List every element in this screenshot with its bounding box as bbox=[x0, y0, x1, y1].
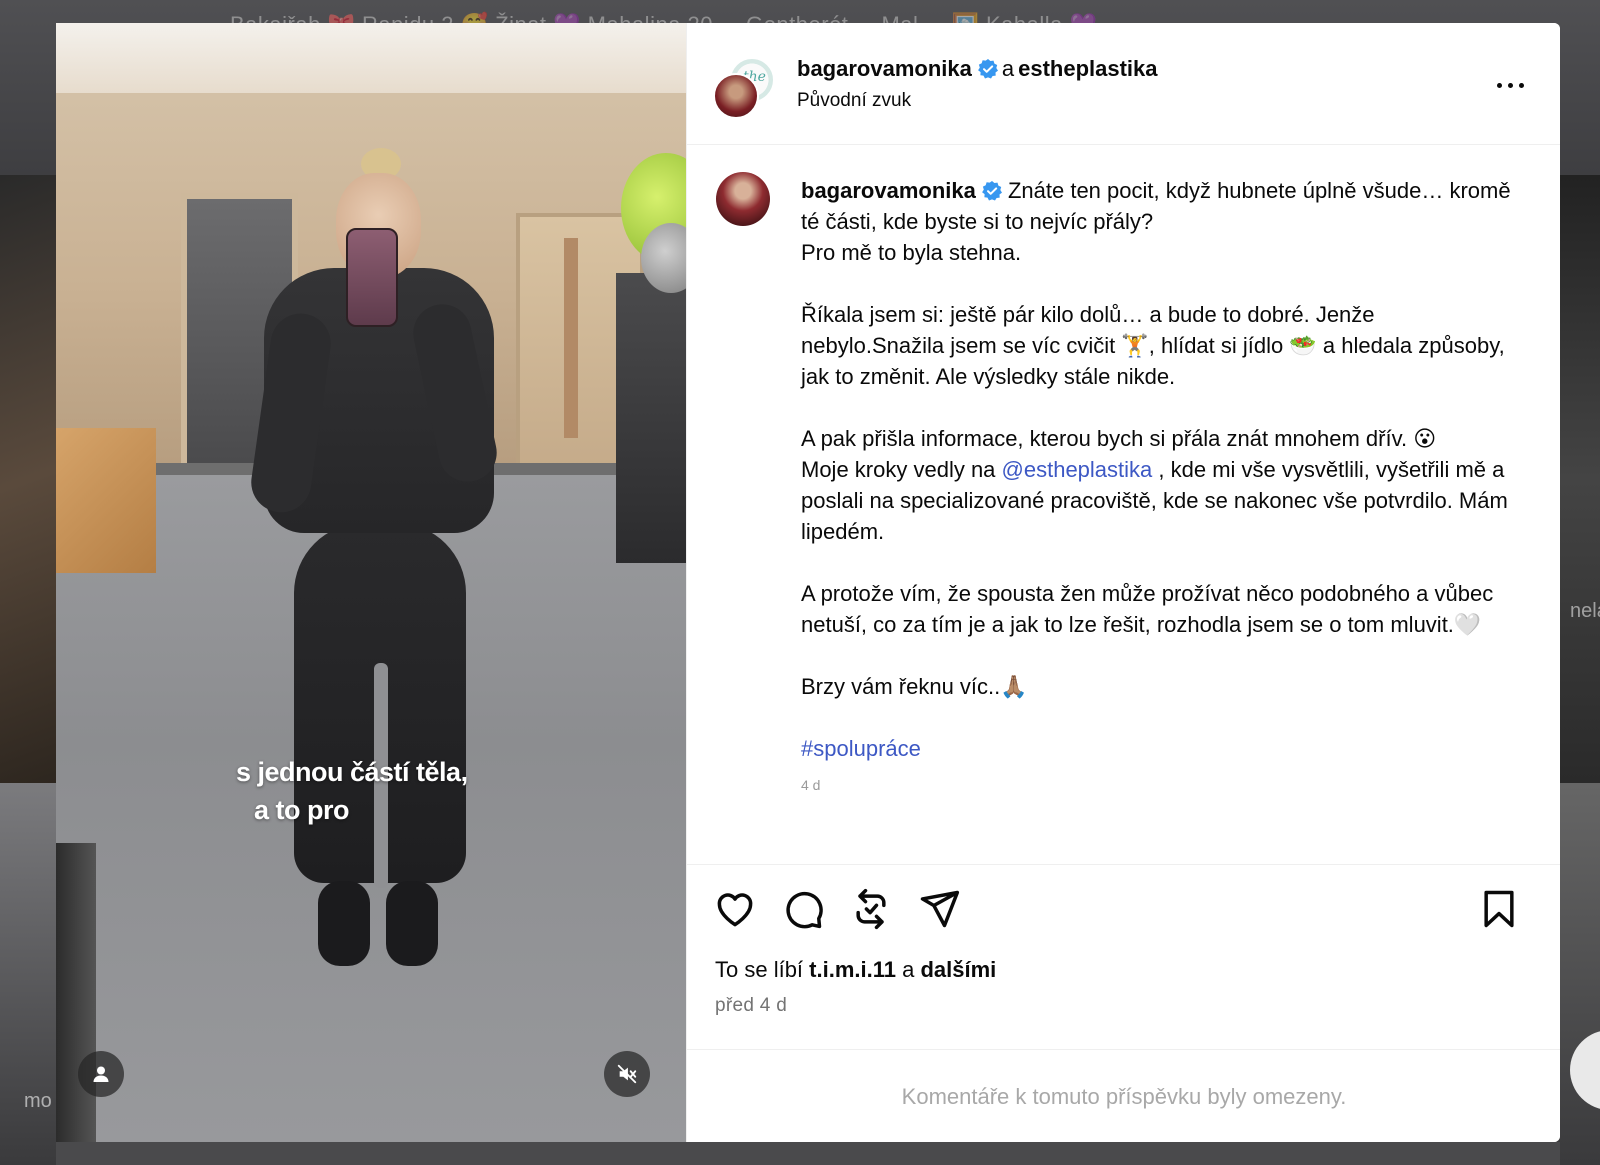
repost-button[interactable] bbox=[849, 887, 897, 935]
verified-badge-icon bbox=[981, 181, 1002, 201]
comment-icon bbox=[786, 891, 823, 929]
person-shoe bbox=[386, 881, 438, 966]
verified-badge-icon bbox=[977, 59, 998, 79]
caption-paragraph: A pak přišla informace, kterou bych si p… bbox=[801, 426, 1437, 451]
bookmark-icon bbox=[1484, 890, 1514, 928]
caption-text: bagarovamonika Znáte ten pocit, když hub… bbox=[801, 175, 1521, 801]
video-shelf bbox=[616, 273, 686, 563]
heart-icon bbox=[717, 893, 753, 927]
more-horizontal-icon bbox=[1497, 83, 1502, 88]
author-conjunction: a bbox=[1001, 56, 1015, 81]
likes-others[interactable]: dalšími bbox=[920, 957, 996, 982]
background-bottom-strip bbox=[56, 1142, 1560, 1165]
repost-icon bbox=[856, 888, 886, 930]
caption-author-avatar[interactable] bbox=[716, 172, 770, 226]
post-details-panel: the bagarovamonika a estheplastika Původní… bbox=[686, 23, 1560, 1142]
caption-text-segment: Moje kroky vedly na bbox=[801, 457, 1002, 482]
hashtag-link[interactable]: #spolupráce bbox=[801, 736, 921, 761]
like-button[interactable] bbox=[713, 887, 761, 935]
video-bench bbox=[56, 843, 96, 1142]
likes-prefix: To se líbí bbox=[715, 957, 810, 982]
post-timestamp[interactable]: před 4 d bbox=[715, 995, 787, 1017]
likes-mid: a bbox=[895, 957, 921, 982]
collaborator-username[interactable]: estheplastika bbox=[1018, 56, 1157, 81]
video-caption-line: s jednou částí těla, bbox=[236, 757, 468, 787]
action-bar: To se líbí t.i.m.i.11 a dalšími před 4 d bbox=[687, 864, 1560, 1050]
audio-link[interactable]: Původní zvuk bbox=[797, 90, 911, 112]
video-caption-line: a to pro bbox=[254, 795, 350, 825]
author-avatar[interactable] bbox=[713, 73, 759, 119]
more-options-button[interactable] bbox=[1495, 77, 1527, 93]
background-thumbnail[interactable] bbox=[1560, 783, 1600, 1165]
caption-paragraph: Pro mě to byla stehna. bbox=[801, 240, 1022, 265]
tagged-users-button[interactable] bbox=[78, 1051, 124, 1097]
background-thumbnail[interactable] bbox=[1560, 175, 1600, 783]
caption-timestamp: 4 d bbox=[801, 777, 821, 793]
post-modal: s jednou částí těla, a to pro the bagaro… bbox=[56, 23, 1560, 1142]
comments-limited-notice: Komentáře k tomuto příspěvku byly omezen… bbox=[901, 1083, 1347, 1109]
comment-button[interactable] bbox=[781, 887, 829, 935]
likes-summary[interactable]: To se líbí t.i.m.i.11 a dalšími bbox=[715, 957, 996, 983]
post-authors: bagarovamonika a estheplastika bbox=[797, 56, 1158, 82]
reel-video[interactable]: s jednou částí těla, a to pro bbox=[56, 23, 686, 1142]
video-door-glass bbox=[564, 238, 578, 438]
video-caption: s jednou částí těla, a to pro bbox=[236, 753, 536, 829]
person-phone bbox=[346, 228, 398, 327]
more-horizontal-icon bbox=[1508, 83, 1513, 88]
author-username[interactable]: bagarovamonika bbox=[797, 56, 972, 81]
background-fragment-text: nela bbox=[1570, 600, 1600, 622]
muted-speaker-icon bbox=[617, 1064, 637, 1084]
caption-section: bagarovamonika Znáte ten pocit, když hub… bbox=[687, 144, 1560, 864]
collab-avatars[interactable]: the bbox=[713, 57, 775, 119]
caption-paragraph: A protože vím, že spousta žen může proží… bbox=[801, 581, 1494, 637]
mute-toggle-button[interactable] bbox=[604, 1051, 650, 1097]
person-icon bbox=[93, 1066, 109, 1082]
person-shoe bbox=[318, 881, 370, 966]
save-button[interactable] bbox=[1477, 887, 1525, 935]
likes-user[interactable]: t.i.m.i.11 bbox=[809, 957, 896, 982]
post-header: the bagarovamonika a estheplastika Původní… bbox=[687, 23, 1560, 145]
share-button[interactable] bbox=[917, 887, 965, 935]
more-horizontal-icon bbox=[1519, 83, 1524, 88]
background-thumbnail[interactable] bbox=[0, 175, 56, 783]
caption-username[interactable]: bagarovamonika bbox=[801, 178, 976, 203]
background-fragment-text: mo bbox=[24, 1090, 52, 1112]
caption-paragraph: Brzy vám řeknu víc..🙏🏽 bbox=[801, 674, 1028, 699]
video-ceiling bbox=[56, 23, 686, 93]
paper-plane-icon bbox=[920, 890, 960, 928]
mention-link[interactable]: @estheplastika bbox=[1002, 457, 1153, 482]
caption-paragraph: Říkala jsem si: ještě pár kilo dolů… a b… bbox=[801, 302, 1505, 389]
comments-footer: Komentáře k tomuto příspěvku byly omezen… bbox=[687, 1049, 1560, 1142]
video-plyo-box bbox=[56, 428, 156, 573]
